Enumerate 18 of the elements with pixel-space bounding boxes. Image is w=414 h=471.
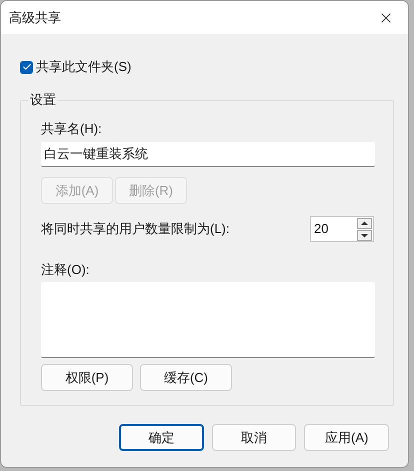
share-checkbox[interactable]: 共享此文件夹(S) bbox=[20, 58, 389, 76]
share-name-field[interactable]: 白云一键重装系统 bbox=[41, 142, 375, 167]
spin-down-icon[interactable] bbox=[357, 230, 372, 240]
user-limit-spinbox[interactable]: 20 bbox=[310, 216, 374, 242]
window-title: 高级共享 bbox=[9, 8, 61, 27]
dialog-button[interactable]: 应用(A) bbox=[304, 424, 389, 451]
dialog-button[interactable]: 取消 bbox=[212, 424, 296, 451]
action-button[interactable]: 权限(P) bbox=[41, 364, 133, 391]
field-label: 共享名(H): bbox=[41, 121, 103, 137]
field-label: 注释(O): bbox=[41, 262, 90, 278]
action-button[interactable]: 缓存(C) bbox=[140, 364, 232, 391]
group-title: 设置 bbox=[28, 92, 58, 108]
comment-field[interactable] bbox=[41, 282, 375, 358]
field-label: 将同时共享的用户数量限制为(L): bbox=[41, 220, 230, 238]
dialog-button[interactable]: 确定 bbox=[119, 424, 204, 451]
checkbox[interactable] bbox=[20, 60, 33, 74]
check-icon bbox=[22, 62, 32, 72]
spin-up-icon[interactable] bbox=[357, 218, 372, 228]
